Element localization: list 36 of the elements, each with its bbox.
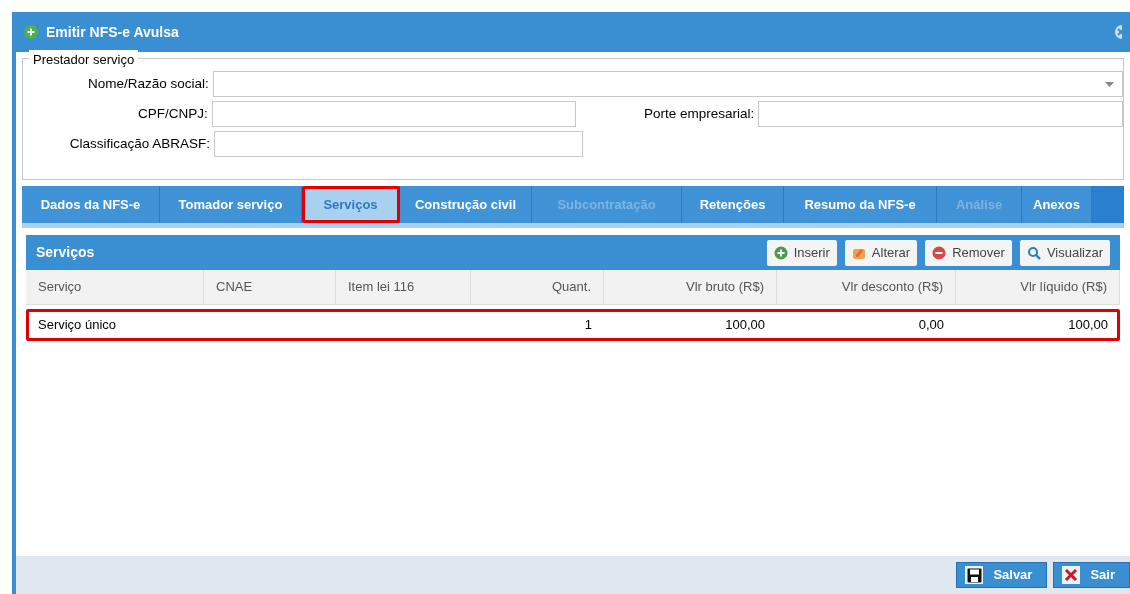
field-label: Nome/Razão social:	[87, 74, 209, 93]
footer-button[interactable]: Sair	[1053, 562, 1130, 588]
column-header[interactable]: Item lei 116	[336, 270, 471, 304]
grid-title: Serviços	[36, 243, 95, 262]
toolbar-button[interactable]: Visualizar	[1019, 239, 1110, 266]
table-row[interactable]: Serviço único 1 100,00 0,00 100,00	[26, 309, 1120, 341]
column-header[interactable]: Vlr bruto (R$)	[604, 270, 777, 304]
column-header[interactable]: Vlr desconto (R$)	[777, 270, 956, 304]
input-field[interactable]	[211, 101, 577, 127]
field-label: CPF/CNPJ:	[137, 104, 208, 123]
close-icon	[1064, 568, 1079, 582]
plus-circle-icon	[773, 245, 788, 260]
search-icon	[1026, 245, 1041, 260]
toolbar-button[interactable]: Remover	[925, 239, 1012, 266]
table-cell-text: 100,00	[725, 316, 765, 335]
field-label: Porte empresarial:	[643, 104, 755, 123]
table-cell-text: 100,00	[1068, 316, 1108, 335]
column-header[interactable]: CNAE	[204, 270, 336, 304]
toolbar-button[interactable]: Inserir	[766, 239, 837, 266]
footer-button[interactable]: Salvar	[956, 562, 1048, 588]
table-cell-text: 0,00	[918, 316, 944, 335]
table-cell-text: 1	[584, 316, 592, 335]
toolbar-button[interactable]: Alterar	[844, 239, 918, 266]
input-field[interactable]	[214, 131, 583, 157]
column-header[interactable]: Quant.	[471, 270, 604, 304]
window-title: Emitir NFS-e Avulsa	[46, 22, 179, 42]
field-label: Classificação ABRASF:	[68, 134, 210, 153]
fieldset-legend: Prestador serviço	[29, 50, 139, 70]
dropdown-field[interactable]	[212, 71, 1123, 97]
table-cell-text: Serviço único	[38, 316, 117, 335]
column-header[interactable]: Serviço	[26, 270, 204, 304]
column-header[interactable]: Vlr líquido (R$)	[956, 270, 1120, 304]
minus-circle-icon	[932, 245, 947, 260]
input-field[interactable]	[758, 101, 1123, 127]
dropdown-arrow-icon	[1105, 81, 1114, 87]
plus-circle-icon	[24, 25, 38, 39]
